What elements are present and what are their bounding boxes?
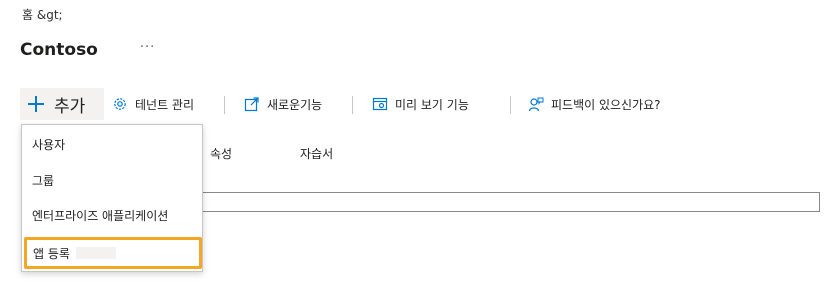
redacted-block [75,247,116,259]
menu-item-app-registration[interactable]: 앱 등록 [24,237,202,269]
menu-item-enterprise-application[interactable]: 엔터프라이즈 애플리케이션 [22,198,202,232]
toolbar-divider [510,96,511,114]
manage-tenants-button[interactable]: 테넌트 관리 [112,88,194,120]
preview-icon [372,97,388,111]
menu-item-label: 엔터프라이즈 애플리케이션 [32,208,169,223]
page-title: Contoso [20,40,98,60]
feedback-label: 피드백이 있으신가요? [551,97,661,112]
plus-icon [28,96,44,112]
whats-new-button[interactable]: 새로운기능 [244,88,322,120]
toolbar-divider [352,96,353,114]
title-row: Contoso ··· [20,40,155,61]
manage-tenants-label: 테넌트 관리 [135,97,195,112]
tab-tutorials[interactable]: 자습서 [300,145,333,162]
search-input[interactable] [196,192,820,212]
menu-item-group[interactable]: 그룹 [22,163,202,197]
preview-features-label: 미리 보기 기능 [395,97,469,112]
add-button[interactable]: 추가 [20,88,104,120]
command-bar: 추가 테넌트 관리 새로운기능 미리 보기 기능 피드백이 있으신가요? [20,88,820,120]
add-button-label: 추가 [54,96,86,117]
tab-properties[interactable]: 속성 [210,145,232,162]
preview-features-button[interactable]: 미리 보기 기능 [372,88,469,120]
open-in-new-icon [244,97,259,112]
menu-item-label: 앱 등록 [33,246,70,261]
feedback-button[interactable]: 피드백이 있으신가요? [528,88,661,120]
gear-icon [114,98,126,110]
breadcrumb[interactable]: 홈 &gt; [22,6,63,23]
feedback-icon [528,97,544,112]
whats-new-label: 새로운기능 [267,97,323,112]
more-options-button[interactable]: ··· [140,40,155,55]
toolbar-divider [224,96,225,114]
menu-item-user[interactable]: 사용자 [22,127,202,161]
menu-item-label: 사용자 [32,137,66,152]
menu-item-label: 그룹 [32,173,55,188]
add-dropdown-menu: 사용자 그룹 엔터프라이즈 애플리케이션 앱 등록 [21,124,203,272]
